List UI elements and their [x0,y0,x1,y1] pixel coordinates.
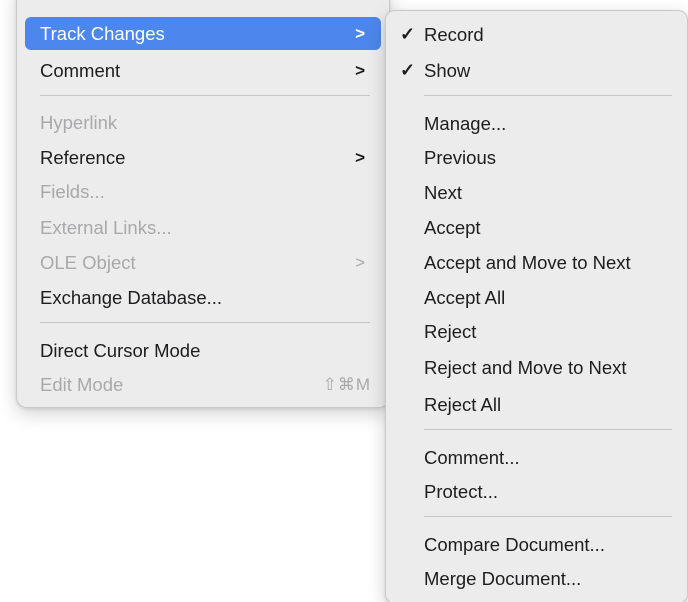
checkmark-icon: ✓ [400,60,416,80]
screen: Track Changes > Comment > Hyperlink Refe… [0,0,688,602]
menu-item-label: Exchange Database... [40,287,223,308]
menu-item-fields: Fields... [25,175,381,208]
menu-item-label: Manage... [424,113,507,134]
menu-item-label: Track Changes [40,23,165,44]
menu-separator [424,516,672,517]
chevron-right-icon: > [355,24,365,43]
menu-separator [424,95,672,96]
menu-item-ole-object: OLE Object > [25,246,381,279]
submenu-item-accept[interactable]: Accept [395,211,679,244]
menu-item-label: Edit Mode [40,374,124,395]
menu-item-label: Accept [424,217,481,238]
menu-item-reference[interactable]: Reference > [25,141,381,174]
chevron-right-icon: > [355,61,365,80]
menu-item-label: Compare Document... [424,534,605,555]
menu-item-exchange-database[interactable]: Exchange Database... [25,281,381,314]
menu-item-label: Record [424,24,484,45]
submenu-item-record[interactable]: ✓ Record [395,18,679,51]
menu-item-label: Next [424,182,463,203]
menu-item-label: Reject and Move to Next [424,357,627,378]
menu-item-label: Accept and Move to Next [424,252,631,273]
submenu-item-reject-and-move-to-next[interactable]: Reject and Move to Next [395,351,679,384]
menu-item-external-links: External Links... [25,211,381,244]
menu-item-direct-cursor-mode[interactable]: Direct Cursor Mode [25,334,381,367]
menu-separator [424,429,672,430]
menu-item-label: Direct Cursor Mode [40,340,201,361]
chevron-right-icon: > [355,253,365,272]
submenu-item-manage[interactable]: Manage... [395,107,679,140]
menu-item-label: Hyperlink [40,112,118,133]
menu-item-label: Show [424,60,471,81]
menu-item-label: External Links... [40,217,172,238]
menu-item-track-changes[interactable]: Track Changes > [25,17,381,50]
submenu-item-accept-and-move-to-next[interactable]: Accept and Move to Next [395,246,679,279]
menu-item-comment[interactable]: Comment > [25,54,381,87]
menu-item-label: OLE Object [40,252,136,273]
menu-item-label: Comment... [424,447,520,468]
menu-item-edit-mode: Edit Mode ⇧⌘M [25,368,381,401]
submenu-item-protect[interactable]: Protect... [395,475,679,508]
keyboard-shortcut: ⇧⌘M [322,375,371,394]
menu-separator [40,95,370,96]
menu-item-label: Reference [40,147,126,168]
submenu-item-accept-all[interactable]: Accept All [395,281,679,314]
submenu-item-reject-all[interactable]: Reject All [395,388,679,421]
submenu-item-comment[interactable]: Comment... [395,441,679,474]
menu-item-label: Previous [424,147,496,168]
menu-item-label: Accept All [424,287,506,308]
chevron-right-icon: > [355,148,365,167]
menu-item-label: Merge Document... [424,568,582,589]
menu-item-label: Fields... [40,181,105,202]
checkmark-icon: ✓ [400,24,416,44]
submenu-item-next[interactable]: Next [395,176,679,209]
menu-item-hyperlink: Hyperlink [25,106,381,139]
submenu-item-show[interactable]: ✓ Show [395,54,679,87]
submenu-item-compare-document[interactable]: Compare Document... [395,528,679,561]
menu-item-label: Reject [424,321,477,342]
menu-item-label: Comment [40,60,121,81]
submenu-item-reject[interactable]: Reject [395,315,679,348]
menu-item-label: Reject All [424,394,502,415]
submenu-item-merge-document[interactable]: Merge Document... [395,562,679,595]
submenu-item-previous[interactable]: Previous [395,141,679,174]
menu-separator [40,322,370,323]
menu-item-label: Protect... [424,481,499,502]
